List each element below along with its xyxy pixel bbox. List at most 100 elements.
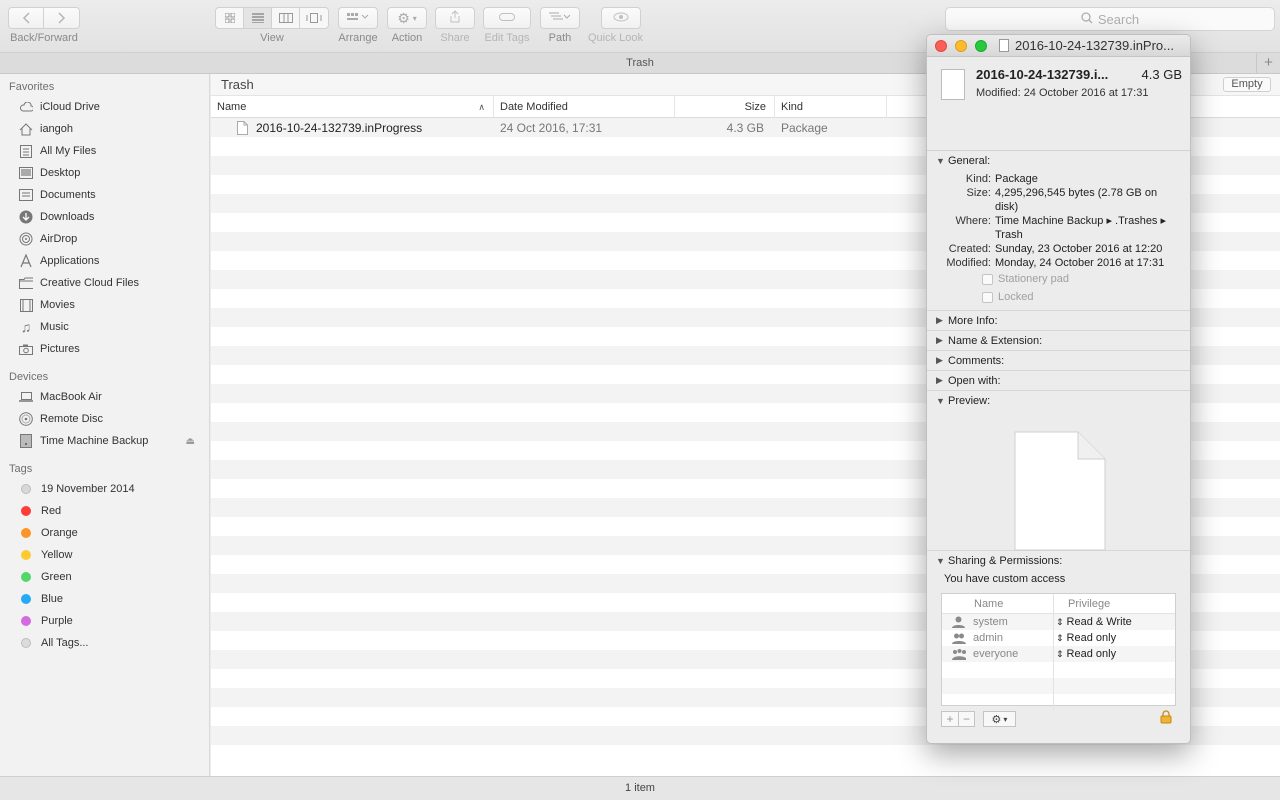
section-open-with-label: Open with: — [948, 374, 1001, 387]
sidebar-item-remote-disc[interactable]: Remote Disc — [0, 408, 209, 430]
quick-look-button[interactable] — [600, 7, 641, 29]
folder-title: Trash — [221, 77, 254, 92]
sidebar-item-label: Documents — [40, 189, 96, 201]
sidebar-tag-all-tags[interactable]: All Tags... — [0, 632, 209, 654]
column-header-kind[interactable]: Kind — [775, 96, 887, 118]
sidebar-item-creative-cloud-files[interactable]: Creative Cloud Files — [0, 272, 209, 294]
locked-checkbox[interactable]: Locked — [982, 288, 1190, 306]
section-general-label: General: — [948, 155, 991, 167]
gear-icon: ⚙ — [397, 9, 410, 26]
zoom-window-button[interactable] — [975, 39, 987, 52]
laptop-icon — [19, 390, 33, 404]
sidebar-item-time-machine-backup[interactable]: Time Machine Backup ⏏ — [0, 430, 209, 452]
sidebar-tag-19-november-2014[interactable]: 19 November 2014 — [0, 478, 209, 500]
sidebar-item-applications[interactable]: Applications — [0, 250, 209, 272]
sidebar-item-downloads[interactable]: Downloads — [0, 206, 209, 228]
table-row[interactable]: admin ⇕ Read only — [942, 630, 1175, 646]
sidebar-tag-purple[interactable]: Purple — [0, 610, 209, 632]
forward-icon[interactable] — [44, 8, 79, 28]
sort-ascending-icon: ∧ — [478, 102, 485, 112]
sidebar-item-desktop[interactable]: Desktop — [0, 162, 209, 184]
icon-view-icon[interactable] — [216, 8, 244, 28]
perm-privilege-popup[interactable]: ⇕ Read & Write — [1054, 614, 1175, 630]
table-row[interactable]: system ⇕ Read & Write — [942, 614, 1175, 630]
arrange-button[interactable] — [338, 7, 378, 29]
path-button[interactable] — [540, 7, 580, 29]
column-header-name[interactable]: Name ∧ — [211, 96, 494, 118]
sidebar-tag-red[interactable]: Red — [0, 500, 209, 522]
home-icon — [19, 122, 33, 136]
modified-row: Modified: Monday, 24 October 2016 at 17:3… — [931, 256, 1190, 270]
section-preview-label: Preview: — [948, 395, 991, 407]
new-tab-button[interactable]: + — [1256, 53, 1280, 73]
section-comments[interactable]: ▶ Comments: — [927, 351, 1190, 371]
tab-trash[interactable]: Trash — [626, 57, 654, 69]
minimize-window-button[interactable] — [955, 39, 967, 52]
info-window-titlebar[interactable]: 2016-10-24-132739.inPro... — [927, 35, 1190, 57]
sidebar-tag-orange[interactable]: Orange — [0, 522, 209, 544]
perm-column-privilege[interactable]: Privilege — [1054, 594, 1175, 613]
cover-flow-icon[interactable] — [300, 8, 328, 28]
column-header-size[interactable]: Size — [675, 96, 775, 118]
sidebar-item-macbook-air[interactable]: MacBook Air — [0, 386, 209, 408]
sidebar-item-home[interactable]: iangoh — [0, 118, 209, 140]
desktop-icon — [19, 166, 33, 180]
view-segmented-control[interactable] — [215, 7, 329, 29]
edit-tags-button[interactable] — [483, 7, 531, 29]
table-row[interactable]: everyone ⇕ Read only — [942, 646, 1175, 662]
section-preview[interactable]: ▼ Preview: — [927, 391, 1190, 411]
quick-look-group: Quick Look — [588, 7, 643, 44]
sidebar-tag-yellow[interactable]: Yellow — [0, 544, 209, 566]
search-placeholder: Search — [1097, 11, 1140, 27]
perm-privilege-value: Read only — [1066, 648, 1117, 660]
modified-value: Monday, 24 October 2016 at 17:31 — [995, 257, 1165, 269]
perm-privilege-popup[interactable]: ⇕ Read only — [1054, 630, 1175, 646]
list-view-icon[interactable] — [244, 8, 272, 28]
up-down-arrows-icon: ⇕ — [1056, 617, 1064, 627]
section-more-info[interactable]: ▶ More Info: — [927, 311, 1190, 331]
created-row: Created: Sunday, 23 October 2016 at 12:20 — [931, 242, 1190, 256]
sidebar-item-icloud-drive[interactable]: iCloud Drive — [0, 96, 209, 118]
column-header-size-label: Size — [744, 101, 766, 113]
permissions-action-button[interactable]: ⚙ ▾ — [983, 711, 1016, 727]
document-icon — [999, 39, 1009, 52]
perm-privilege-popup[interactable]: ⇕ Read only — [1054, 646, 1175, 662]
sidebar-tag-blue[interactable]: Blue — [0, 588, 209, 610]
perm-user-cell: admin — [942, 630, 1054, 646]
sidebar-item-all-my-files[interactable]: All My Files — [0, 140, 209, 162]
share-group: Share — [435, 7, 475, 44]
remove-permission-button[interactable]: − — [958, 711, 975, 727]
sidebar-item-music[interactable]: ♫ Music — [0, 316, 209, 338]
close-window-button[interactable] — [935, 39, 947, 52]
section-general[interactable]: ▼ General: — [927, 151, 1190, 171]
action-button[interactable]: ⚙ ▾ — [387, 7, 427, 29]
back-icon[interactable] — [9, 8, 44, 28]
column-view-icon[interactable] — [272, 8, 300, 28]
sidebar-item-label: MacBook Air — [40, 391, 102, 403]
share-button[interactable] — [435, 7, 475, 29]
locked-label: Locked — [998, 291, 1034, 303]
share-icon — [450, 10, 460, 26]
perm-column-name[interactable]: Name — [942, 594, 1054, 613]
sidebar-item-airdrop[interactable]: AirDrop — [0, 228, 209, 250]
column-header-date-modified[interactable]: Date Modified — [494, 96, 675, 118]
sidebar-tag-green[interactable]: Green — [0, 566, 209, 588]
section-name-extension[interactable]: ▶ Name & Extension: — [927, 331, 1190, 351]
sidebar-item-pictures[interactable]: Pictures — [0, 338, 209, 360]
search-field[interactable]: Search — [945, 7, 1275, 31]
lock-icon[interactable] — [1160, 710, 1172, 727]
add-permission-button[interactable]: + — [941, 711, 958, 727]
tag-color-dot — [21, 528, 31, 538]
where-label: Where: — [955, 215, 991, 227]
empty-trash-button[interactable]: Empty — [1223, 77, 1271, 92]
eject-icon[interactable]: ⏏ — [186, 436, 195, 447]
section-open-with[interactable]: ▶ Open with: — [927, 371, 1190, 391]
section-sharing-permissions[interactable]: ▼ Sharing & Permissions: — [927, 551, 1190, 571]
arrange-group: Arrange — [338, 7, 378, 44]
sidebar-item-documents[interactable]: Documents — [0, 184, 209, 206]
kind-label: Kind: — [965, 173, 991, 185]
sidebar-item-movies[interactable]: Movies — [0, 294, 209, 316]
back-forward-control[interactable] — [8, 7, 80, 29]
stationery-pad-checkbox[interactable]: Stationery pad — [982, 270, 1190, 288]
disclosure-closed-icon: ▶ — [936, 375, 943, 385]
